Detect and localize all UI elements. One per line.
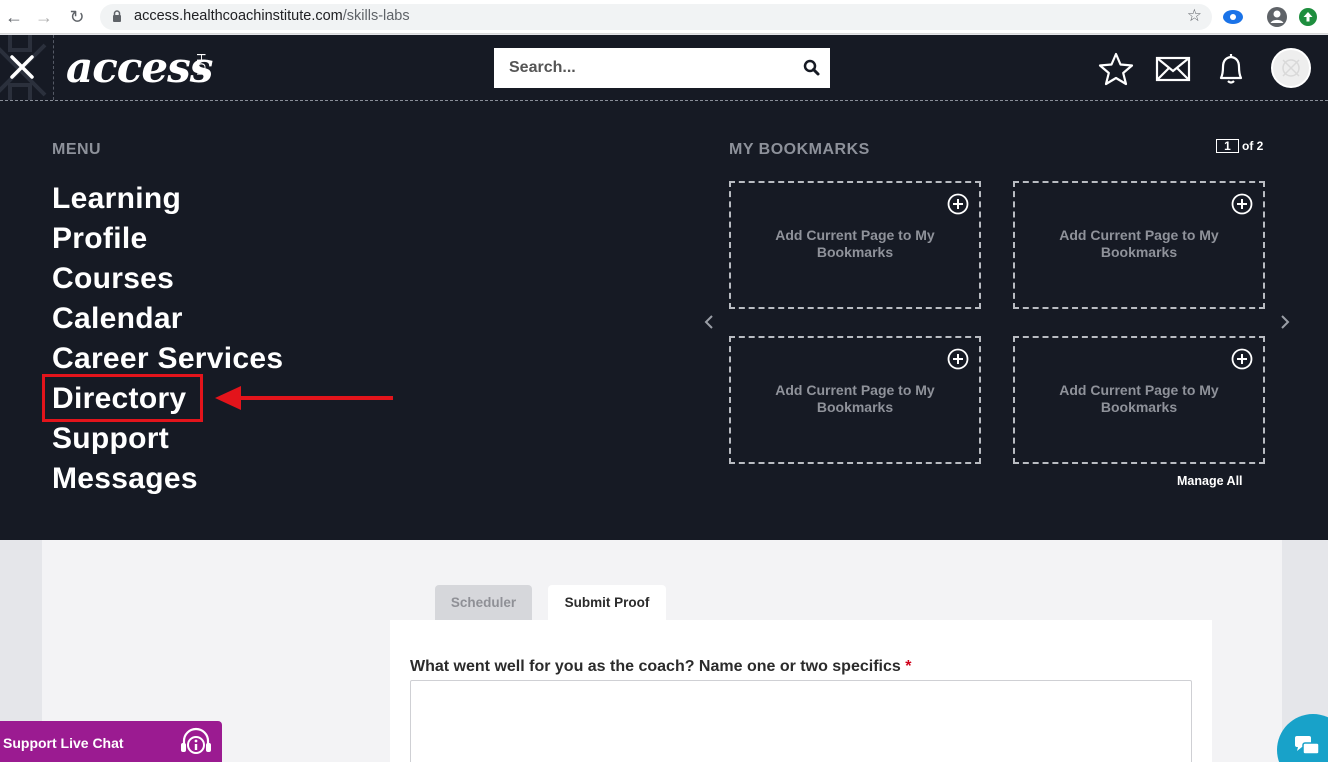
account-avatar-icon[interactable] [1266, 6, 1288, 28]
bookmark-slot-label: Add Current Page to My Bookmarks [775, 227, 935, 260]
menu-item-courses[interactable]: Courses [52, 259, 283, 299]
bookmarks-pager: 1 of 2 [1216, 139, 1263, 153]
back-arrow-icon[interactable]: ← [3, 6, 25, 28]
bookmark-slot[interactable]: Add Current Page to My Bookmarks [1013, 181, 1265, 309]
add-circle-icon[interactable] [947, 348, 969, 370]
support-live-chat-label: Support Live Chat [3, 735, 124, 751]
chat-bubbles-icon [1295, 736, 1320, 755]
answer-textarea[interactable] [410, 680, 1192, 762]
browser-toolbar: ← → ↻ access.healthcoachinstitute.com/sk… [0, 0, 1328, 34]
menu-item-career-services[interactable]: Career Services [52, 339, 283, 379]
search-icon[interactable] [802, 58, 822, 78]
url-text: access.healthcoachinstitute.com/skills-l… [134, 8, 410, 24]
manage-all-link[interactable]: Manage All [1177, 474, 1243, 488]
bookmark-slot-label: Add Current Page to My Bookmarks [775, 382, 935, 415]
menu-heading: MENU [52, 141, 102, 158]
required-marker: * [905, 658, 912, 675]
lock-icon [113, 10, 121, 22]
avatar-pattern-icon [1282, 59, 1300, 77]
bookmark-slot[interactable]: Add Current Page to My Bookmarks [729, 181, 981, 309]
red-pointer-arrow-icon [215, 386, 393, 410]
logo-subtext: HCI [194, 53, 208, 77]
add-circle-icon[interactable] [947, 193, 969, 215]
forward-arrow-icon[interactable]: → [33, 6, 55, 28]
add-circle-icon[interactable] [1231, 193, 1253, 215]
search-box [494, 48, 830, 88]
favorites-star-icon[interactable] [1098, 52, 1134, 86]
address-bar[interactable]: access.healthcoachinstitute.com/skills-l… [100, 4, 1212, 30]
chat-bubble-button[interactable] [1277, 714, 1328, 762]
update-arrow-icon[interactable] [1298, 7, 1318, 27]
chevron-left-icon[interactable] [702, 314, 716, 330]
menu-panel: MENU Learning Profile Courses Calendar C… [0, 101, 1328, 540]
bookmarks-heading: MY BOOKMARKS [729, 141, 870, 158]
question-label: What went well for you as the coach? Nam… [410, 658, 911, 676]
logo-text: access [66, 43, 213, 92]
menu-item-profile[interactable]: Profile [52, 219, 283, 259]
bookmark-star-icon[interactable]: ☆ [1187, 6, 1202, 26]
bookmark-slot[interactable]: Add Current Page to My Bookmarks [729, 336, 981, 464]
menu-item-calendar[interactable]: Calendar [52, 299, 283, 339]
close-menu-icon[interactable] [8, 53, 36, 81]
directory-highlight-box [42, 374, 203, 422]
bookmarks-page-total: of 2 [1242, 139, 1264, 153]
bookmarks-page-number[interactable]: 1 [1216, 139, 1239, 153]
user-avatar[interactable] [1271, 48, 1311, 88]
bookmark-slot[interactable]: Add Current Page to My Bookmarks [1013, 336, 1265, 464]
url-domain: access.healthcoachinstitute.com [134, 8, 343, 24]
tab-submit-proof[interactable]: Submit Proof [548, 585, 666, 621]
add-circle-icon[interactable] [1231, 348, 1253, 370]
bookmark-slot-label: Add Current Page to My Bookmarks [1059, 382, 1219, 415]
menu-item-learning[interactable]: Learning [52, 179, 283, 219]
main-menu: Learning Profile Courses Calendar Career… [52, 179, 283, 499]
chevron-right-icon[interactable] [1278, 314, 1292, 330]
bookmark-slot-label: Add Current Page to My Bookmarks [1059, 227, 1219, 260]
header-pattern [0, 35, 54, 100]
site-header: access HCI [0, 35, 1328, 101]
tab-scheduler[interactable]: Scheduler [435, 585, 532, 621]
headset-info-icon [181, 727, 211, 754]
submit-proof-form: What went well for you as the coach? Nam… [390, 620, 1212, 762]
search-input[interactable] [494, 48, 794, 88]
notification-bell-icon[interactable] [1213, 52, 1249, 86]
menu-item-messages[interactable]: Messages [52, 459, 283, 499]
mail-envelope-icon[interactable] [1155, 52, 1191, 86]
question-text: What went well for you as the coach? Nam… [410, 658, 901, 675]
extension-shield-icon[interactable] [1222, 7, 1244, 27]
support-live-chat-button[interactable]: Support Live Chat [0, 721, 222, 762]
menu-item-support[interactable]: Support [52, 419, 283, 459]
url-path: /skills-labs [342, 8, 410, 24]
reload-icon[interactable]: ↻ [66, 6, 88, 28]
